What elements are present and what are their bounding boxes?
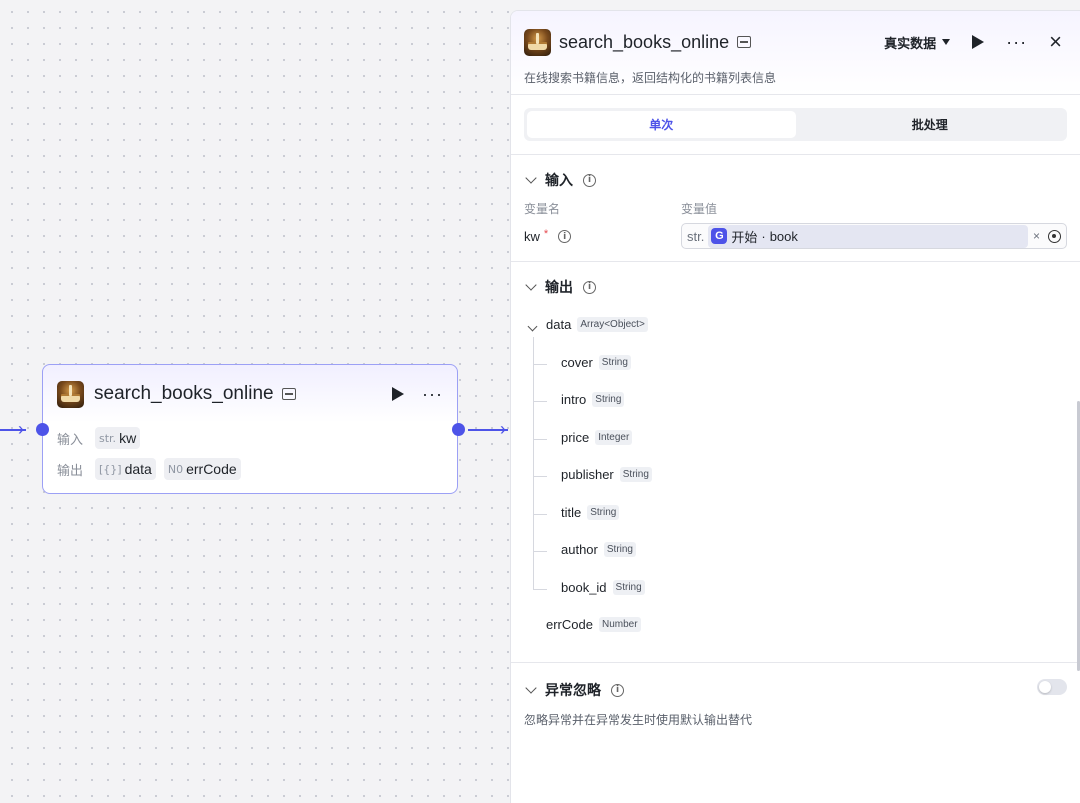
clear-reference-button[interactable]: ×	[1033, 229, 1040, 243]
node-output-chip-errcode: N0 errCode	[163, 458, 241, 480]
input-var-name: kw * i	[524, 228, 572, 244]
variable-reference-tag[interactable]: G 开始 · book	[708, 224, 1029, 248]
tree-branch-line	[533, 439, 547, 440]
node-title: search_books_online	[94, 383, 274, 404]
info-icon[interactable]: i	[558, 230, 572, 243]
output-child-item: title String	[561, 505, 620, 520]
chevron-down-icon	[525, 279, 537, 291]
node-input-chip: str. kw	[95, 427, 141, 449]
node-output-label: 输出	[57, 462, 84, 478]
tab-single[interactable]: 单次	[527, 111, 796, 138]
node-output-chip-data: [{}] data	[95, 458, 156, 480]
output-child-item: author String	[561, 542, 636, 557]
tree-branch-line	[533, 476, 547, 477]
output-section-header[interactable]: 输出 i	[525, 277, 596, 297]
chevron-down-icon	[525, 172, 537, 184]
node-more-button[interactable]: ···	[422, 385, 443, 403]
data-mode-dropdown[interactable]: 真实数据	[884, 33, 951, 52]
incoming-edge-arrow-icon: ›	[18, 419, 24, 439]
ignore-description: 忽略异常并在异常发生时使用默认输出替代	[524, 713, 753, 727]
panel-more-button[interactable]: ···	[1006, 33, 1027, 51]
ignore-section-header[interactable]: 异常忽略 i	[525, 680, 624, 700]
node-input-label: 输入	[57, 431, 84, 447]
output-child-item: publisher String	[561, 467, 652, 482]
run-mode-tabs: 单次 批处理	[524, 108, 1067, 141]
chevron-down-icon	[525, 682, 537, 694]
divider	[511, 154, 1080, 155]
outgoing-edge-arrow-icon: ›	[500, 419, 506, 439]
output-child-item: cover String	[561, 355, 631, 370]
plugin-node[interactable]: search_books_online ··· 输入 str. kw 输出 [{…	[42, 364, 458, 494]
tree-collapse-icon[interactable]	[527, 321, 538, 332]
ignore-exception-toggle[interactable]	[1037, 679, 1067, 695]
caret-down-icon	[942, 39, 951, 45]
tab-batch[interactable]: 批处理	[796, 111, 1065, 138]
tree-branch-line	[533, 364, 547, 365]
tree-branch-line	[533, 401, 547, 402]
close-panel-button[interactable]: ×	[1049, 31, 1062, 53]
tree-branch-line	[533, 551, 547, 552]
panel-store-icon	[737, 36, 752, 48]
tree-branch-line	[533, 589, 547, 590]
input-var-value-field[interactable]: str. G 开始 · book ×	[681, 223, 1067, 249]
panel-title: search_books_online	[559, 31, 730, 52]
info-icon[interactable]: i	[583, 173, 596, 187]
node-output-port[interactable]	[452, 423, 465, 436]
node-input-port[interactable]	[36, 423, 49, 436]
store-icon	[281, 388, 296, 400]
output-root-item: data Array<Object>	[546, 317, 648, 332]
output-child-item: book_id String	[561, 580, 645, 595]
tree-branch-line	[533, 514, 547, 515]
target-icon[interactable]	[1048, 229, 1061, 243]
info-icon[interactable]: i	[611, 683, 624, 697]
col-var-value: 变量值	[681, 202, 718, 216]
divider	[511, 261, 1080, 262]
book-icon	[57, 380, 84, 408]
info-icon[interactable]: i	[583, 280, 596, 294]
output-child-item: price Integer	[561, 430, 633, 445]
run-node-button[interactable]	[392, 387, 405, 401]
panel-run-button[interactable]	[972, 35, 985, 49]
panel-description: 在线搜索书籍信息，返回结构化的书籍列表信息	[524, 71, 777, 85]
output-child-item: intro String	[561, 392, 625, 407]
start-node-icon: G	[711, 228, 728, 244]
divider	[511, 662, 1080, 663]
node-config-panel: search_books_online 真实数据 ··· × 在线搜索书籍信息，…	[510, 10, 1080, 803]
col-var-name: 变量名	[524, 202, 561, 216]
output-root-item: errCode Number	[546, 617, 641, 632]
input-section-header[interactable]: 输入 i	[525, 170, 596, 190]
panel-book-icon	[524, 28, 551, 56]
